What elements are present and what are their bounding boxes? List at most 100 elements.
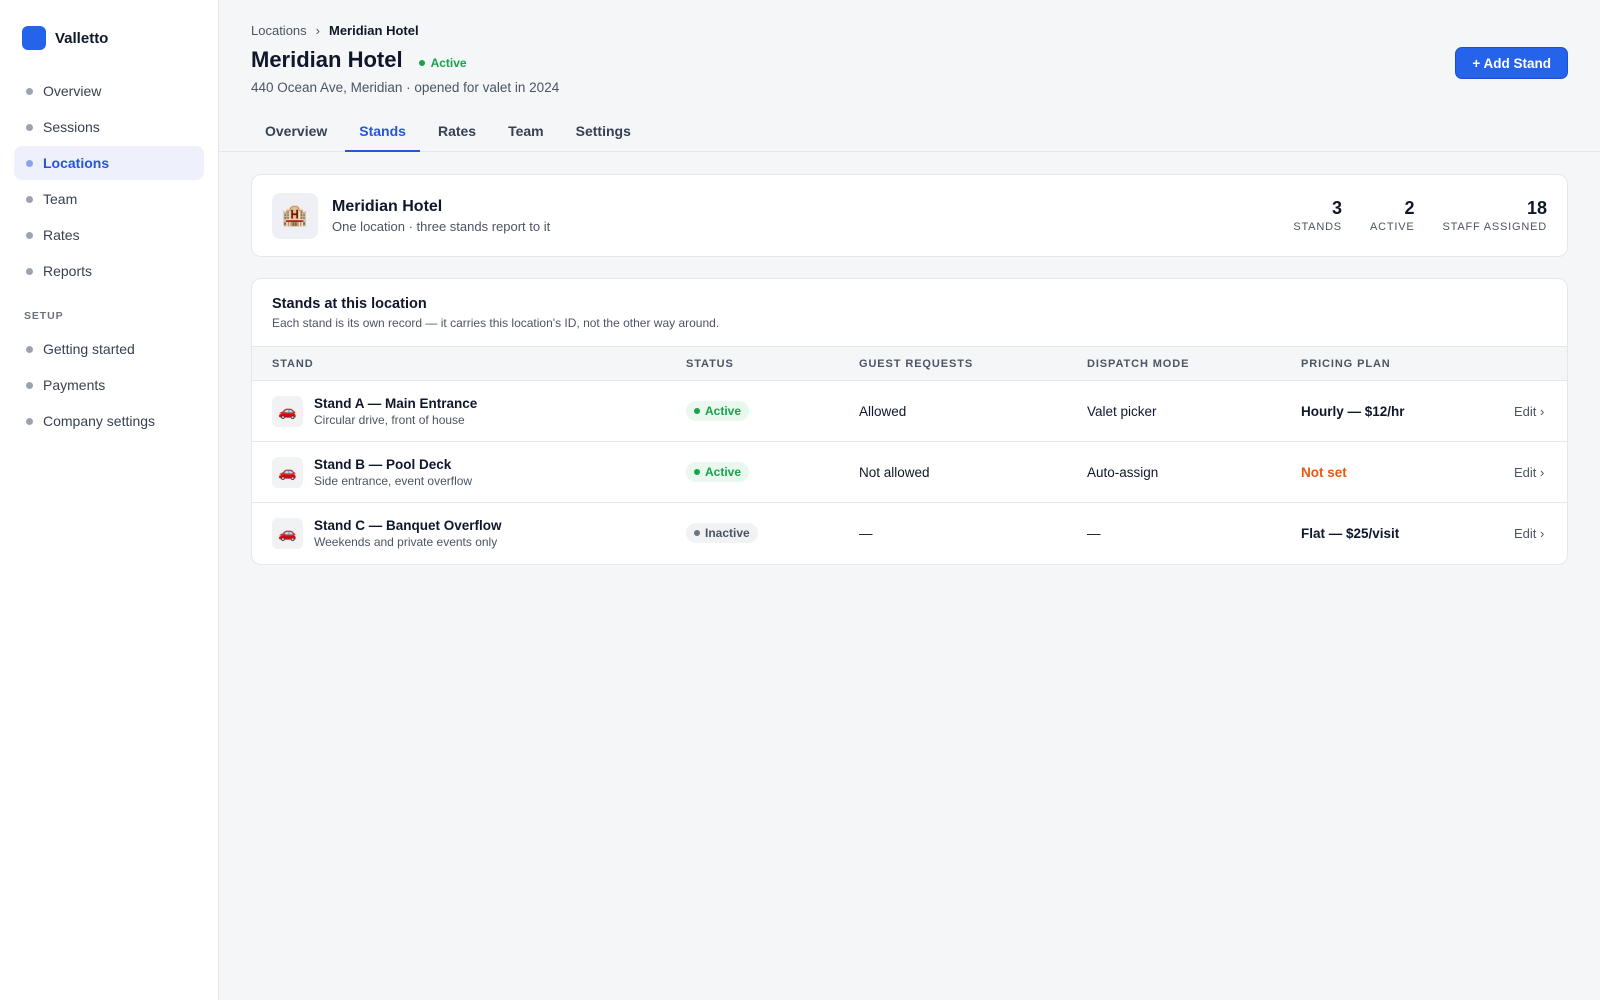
dispatch-mode-value: Auto-assign [1067, 441, 1281, 503]
hotel-icon: 🏨 [272, 192, 318, 239]
breadcrumb-parent-link[interactable]: Locations [251, 23, 307, 38]
stat-active: 2 ACTIVE [1370, 198, 1415, 233]
status-dot-icon [694, 469, 700, 475]
edit-stand-link[interactable]: Edit › [1514, 526, 1544, 541]
car-icon: 🚗 [272, 395, 303, 427]
status-text: Active [705, 465, 742, 479]
bullet-icon [26, 345, 33, 353]
sidebar-item-label: Locations [43, 155, 110, 171]
column-header-actions [1494, 346, 1567, 381]
status-badge: Active [686, 462, 750, 482]
stands-subtitle: Each stand is its own record — it carrie… [272, 316, 720, 330]
sidebar-item-getting-started[interactable]: Getting started [14, 332, 204, 366]
sidebar: Valletto Overview Sessions Locations Tea… [0, 0, 219, 1000]
guest-requests-value: — [859, 525, 873, 541]
table-row[interactable]: 🚗 Stand C — Banquet Overflow Weekends an… [252, 503, 1567, 564]
status-badge: Active [418, 56, 467, 70]
status-text: Active [430, 56, 467, 70]
stand-name: Stand C — Banquet Overflow [314, 517, 502, 533]
brand-name: Valletto [55, 29, 109, 47]
sidebar-item-reports[interactable]: Reports [14, 254, 204, 288]
column-header-stand[interactable]: STAND [252, 346, 666, 381]
car-icon: 🚗 [272, 456, 303, 488]
bullet-icon [26, 195, 33, 203]
location-stats: 3 STANDS 2 ACTIVE 18 STAFF ASSIGNED [1293, 198, 1547, 233]
location-description: One location · three stands report to it [332, 218, 551, 234]
pricing-plan-value: Not set [1301, 464, 1347, 480]
page-subtitle: 440 Ocean Ave, Meridian · opened for val… [251, 80, 560, 95]
main-content: Locations › Meridian Hotel Meridian Hote… [219, 0, 1600, 1000]
breadcrumb-current: Meridian Hotel [329, 22, 419, 38]
stat-label: ACTIVE [1369, 221, 1415, 233]
status-badge: Active [686, 401, 750, 421]
dispatch-mode-value: — [1087, 525, 1101, 541]
breadcrumb-separator-icon: › [315, 22, 320, 38]
stat-value: 2 [1404, 198, 1415, 218]
tab-team[interactable]: Team [494, 116, 558, 152]
location-name: Meridian Hotel [332, 197, 443, 215]
column-header-pricing-plan[interactable]: PRICING PLAN [1281, 346, 1494, 381]
status-dot-icon [694, 408, 700, 414]
sidebar-item-label: Overview [43, 83, 102, 99]
sidebar-item-rates[interactable]: Rates [14, 218, 204, 252]
tab-overview[interactable]: Overview [251, 116, 341, 152]
bullet-icon [26, 123, 33, 131]
stand-description: Side entrance, event overflow [314, 473, 473, 488]
tab-bar: Overview Stands Rates Team Settings [251, 116, 649, 152]
brand-logo-icon [22, 26, 46, 50]
sidebar-item-label: Company settings [43, 413, 156, 429]
sidebar-item-overview[interactable]: Overview [14, 74, 204, 108]
stat-staff-assigned: 18 STAFF ASSIGNED [1442, 198, 1547, 233]
stat-stands: 3 STANDS [1293, 198, 1342, 233]
location-summary-card: 🏨 Meridian Hotel One location · three st… [251, 174, 1568, 257]
status-text: Inactive [705, 526, 750, 541]
guest-requests-value: Allowed [839, 380, 1067, 442]
table-row[interactable]: 🚗 Stand A — Main Entrance Circular drive… [252, 380, 1567, 442]
stand-description: Circular drive, front of house [314, 412, 465, 427]
tab-stands[interactable]: Stands [345, 116, 420, 152]
car-icon: 🚗 [272, 517, 303, 549]
bullet-icon [26, 267, 33, 275]
stands-table: STAND STATUS GUEST REQUESTS DISPATCH MOD… [252, 346, 1567, 564]
brand[interactable]: Valletto [14, 26, 204, 50]
sidebar-item-label: Reports [43, 263, 93, 279]
status-text: Active [705, 404, 742, 418]
status-dot-icon [694, 530, 700, 537]
add-stand-button[interactable]: + Add Stand [1455, 47, 1568, 79]
status-badge: Inactive [686, 523, 758, 544]
guest-requests-value: Not allowed [839, 441, 1067, 503]
sidebar-item-sessions[interactable]: Sessions [14, 110, 204, 144]
stand-name: Stand B — Pool Deck [314, 456, 452, 472]
column-header-dispatch-mode[interactable]: DISPATCH MODE [1067, 346, 1281, 381]
column-header-status[interactable]: STATUS [666, 346, 839, 381]
sidebar-item-label: Payments [43, 377, 106, 393]
bullet-icon [26, 231, 33, 239]
tab-settings[interactable]: Settings [562, 116, 645, 152]
sidebar-item-locations[interactable]: Locations [14, 146, 204, 180]
pricing-plan-value: Hourly — $12/hr [1301, 403, 1405, 419]
bullet-icon [26, 381, 33, 389]
sidebar-item-label: Getting started [43, 341, 135, 357]
bullet-icon [26, 159, 33, 167]
stat-label: STANDS [1293, 221, 1342, 233]
sidebar-item-company-settings[interactable]: Company settings [14, 404, 204, 438]
sidebar-item-team[interactable]: Team [14, 182, 204, 216]
tab-rates[interactable]: Rates [424, 116, 490, 152]
page-title: Meridian Hotel [251, 47, 403, 72]
table-row[interactable]: 🚗 Stand B — Pool Deck Side entrance, eve… [252, 441, 1567, 503]
column-header-guest-requests[interactable]: GUEST REQUESTS [839, 346, 1067, 381]
stands-card: Stands at this location Each stand is it… [251, 278, 1568, 565]
sidebar-item-label: Rates [43, 227, 80, 243]
stand-name: Stand A — Main Entrance [314, 395, 478, 411]
sidebar-section-setup: SETUP [24, 310, 64, 322]
sidebar-item-payments[interactable]: Payments [14, 368, 204, 402]
bullet-icon [26, 417, 33, 425]
dispatch-mode-value: Valet picker [1067, 380, 1281, 442]
table-header-row: STAND STATUS GUEST REQUESTS DISPATCH MOD… [252, 346, 1567, 381]
breadcrumb: Locations › Meridian Hotel [251, 22, 1568, 38]
sidebar-item-label: Sessions [43, 119, 100, 135]
stat-value: 3 [1331, 198, 1342, 218]
edit-stand-link[interactable]: Edit › [1514, 465, 1544, 480]
edit-stand-link[interactable]: Edit › [1514, 404, 1544, 419]
status-dot-icon [418, 60, 425, 66]
